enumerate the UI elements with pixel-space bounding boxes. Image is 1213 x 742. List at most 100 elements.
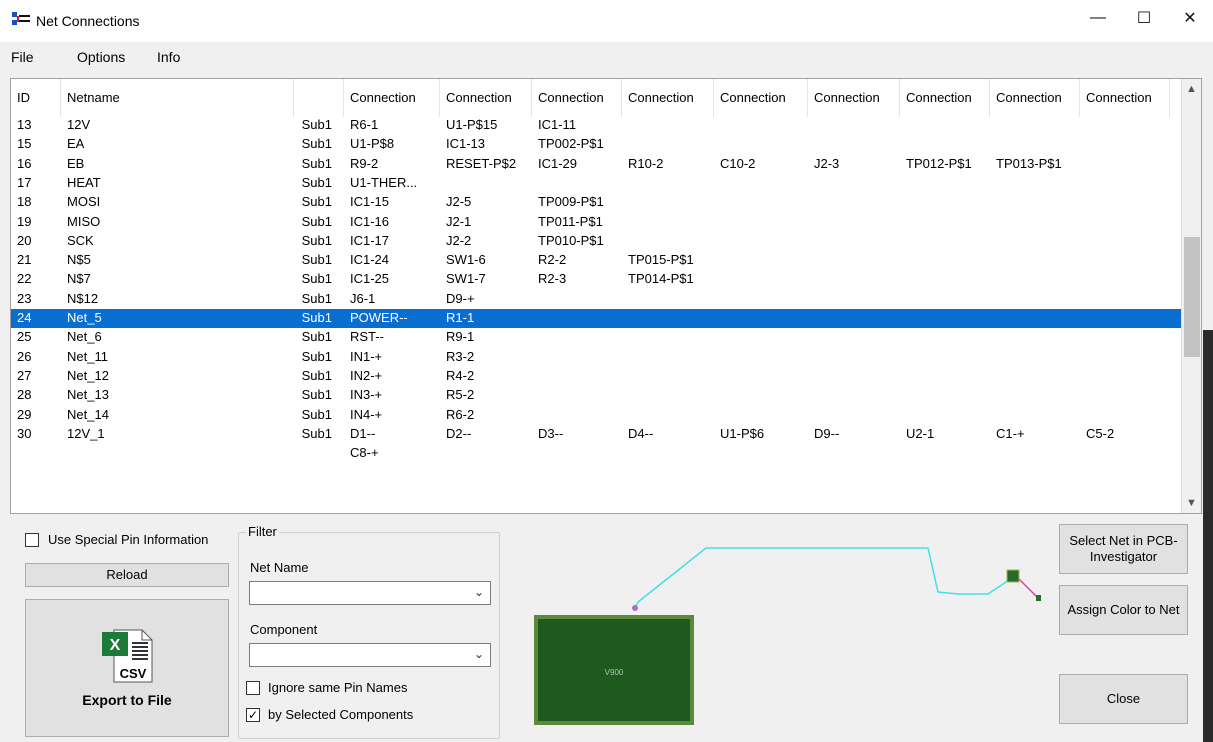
column-header[interactable]: Netname <box>61 79 294 117</box>
column-header[interactable]: Connection <box>900 79 990 117</box>
cell-connection: D9-+ <box>446 290 475 306</box>
table-row[interactable]: 13 12V Sub1 R6-1 U1-P$15 IC1-11 <box>11 116 1181 135</box>
cell-connection: IN4-+ <box>350 406 383 422</box>
maximize-button[interactable]: ☐ <box>1121 0 1167 36</box>
table-row[interactable]: 29 Net_14 Sub1 IN4-+ R6-2 <box>11 406 1181 425</box>
column-header[interactable]: Connection <box>622 79 714 117</box>
csv-icon-label: CSV <box>120 666 147 681</box>
ignore-same-pin-checkbox[interactable] <box>246 681 260 695</box>
cell-sub: Sub1 <box>301 387 332 403</box>
cell-connection: C8-+ <box>350 445 379 461</box>
cell-sub: Sub1 <box>301 290 332 306</box>
table-row[interactable]: 16 EB Sub1 R9-2 RESET-P$2 IC1-29 R10-2 C10-2 J2-… <box>11 155 1181 174</box>
cell-connection: IN3-+ <box>350 387 383 403</box>
window-title: Net Connections <box>36 13 140 29</box>
cell-netname: EA <box>67 136 85 152</box>
column-header[interactable]: Connection <box>714 79 808 117</box>
table-row[interactable]: 30 12V_1 Sub1 D1-- D2-- D3-- D4-- U1-P$6 D9-- U2-… <box>11 425 1181 444</box>
scrollbar-thumb[interactable] <box>1184 237 1200 357</box>
cell-netname: 12V <box>67 117 91 132</box>
reload-button[interactable]: Reload <box>25 563 229 587</box>
menu-options[interactable]: Options <box>77 49 125 65</box>
column-header[interactable]: ID <box>11 79 61 117</box>
table-row[interactable]: 15 EA Sub1 U1-P$8 IC1-13 TP002-P$1 <box>11 135 1181 154</box>
cell-connection: J6-1 <box>350 290 376 306</box>
column-header[interactable] <box>294 79 344 117</box>
minimize-button[interactable]: — <box>1075 0 1121 36</box>
component-combo[interactable]: ⌄ <box>249 643 491 667</box>
cell-connection: R3-2 <box>446 348 475 364</box>
export-to-file-button[interactable]: X CSV Export to File <box>25 599 229 737</box>
scroll-up-icon[interactable]: ▲ <box>1186 83 1197 95</box>
by-selected-components-label: by Selected Components <box>268 707 414 722</box>
chevron-down-icon: ⌄ <box>473 647 484 661</box>
cell-id: 16 <box>17 155 32 171</box>
select-net-button[interactable]: Select Net in PCB-Investigator <box>1059 524 1188 574</box>
table-row[interactable]: 20 SCK Sub1 IC1-17 J2-2 TP010-P$1 <box>11 232 1181 251</box>
vertical-scrollbar[interactable]: ▲ ▼ <box>1181 79 1201 513</box>
cell-sub: Sub1 <box>301 310 332 325</box>
cell-id: 21 <box>17 252 32 268</box>
cell-connection: IN1-+ <box>350 348 383 364</box>
cell-id: 13 <box>17 117 32 132</box>
cell-netname: N$5 <box>67 252 91 268</box>
table-row[interactable]: 17 HEAT Sub1 U1-THER... <box>11 174 1181 193</box>
table-row[interactable]: 23 N$12 Sub1 J6-1 D9-+ <box>11 290 1181 309</box>
assign-color-button[interactable]: Assign Color to Net <box>1059 585 1188 635</box>
column-header[interactable]: Connection <box>808 79 900 117</box>
cell-sub: Sub1 <box>301 232 332 248</box>
column-header[interactable]: Connection <box>344 79 440 117</box>
net-connections-grid[interactable]: ID Netname Connection Connection Connection C… <box>10 78 1202 514</box>
cell-connection: U2-1 <box>906 425 935 441</box>
pcb-preview[interactable]: V900 <box>518 520 1053 735</box>
ignore-same-pin-label: Ignore same Pin Names <box>268 680 408 695</box>
cell-sub: Sub1 <box>301 348 332 364</box>
cell-connection: TP012-P$1 <box>906 155 972 171</box>
table-row[interactable]: 21 N$5 Sub1 IC1-24 SW1-6 R2-2 TP015-P$1 <box>11 251 1181 270</box>
cell-netname: 12V_1 <box>67 425 105 441</box>
column-header[interactable]: Connection <box>1080 79 1170 117</box>
cell-connection: TP014-P$1 <box>628 271 694 287</box>
svg-text:X: X <box>110 637 121 654</box>
cell-id: 24 <box>17 310 32 325</box>
cell-connection: D9-- <box>814 425 840 441</box>
column-header[interactable]: Connection <box>440 79 532 117</box>
scroll-down-icon[interactable]: ▼ <box>1186 497 1197 509</box>
menu-info[interactable]: Info <box>157 49 180 65</box>
column-header[interactable]: Connection <box>990 79 1080 117</box>
cell-sub: Sub1 <box>301 271 332 287</box>
table-row[interactable]: 22 N$7 Sub1 IC1-25 SW1-7 R2-3 TP014-P$1 <box>11 270 1181 289</box>
menu-file[interactable]: File <box>11 49 34 65</box>
table-row[interactable]: 18 MOSI Sub1 IC1-15 J2-5 TP009-P$1 <box>11 193 1181 212</box>
column-header[interactable]: Connection <box>532 79 622 117</box>
cell-connection: R5-2 <box>446 387 475 403</box>
component-label: Component <box>250 622 318 637</box>
table-row[interactable]: 26 Net_11 Sub1 IN1-+ R3-2 <box>11 348 1181 367</box>
cell-connection: U1-P$6 <box>720 425 765 441</box>
table-row[interactable]: 24 Net_5 Sub1 POWER-- R1-1 <box>11 309 1181 328</box>
table-row[interactable]: 25 Net_6 Sub1 RST-- R9-1 <box>11 328 1181 347</box>
by-selected-components-checkbox[interactable]: ✓ <box>246 708 260 722</box>
net-name-combo[interactable]: ⌄ <box>249 581 491 605</box>
cell-id: 27 <box>17 367 32 383</box>
table-row[interactable]: 28 Net_13 Sub1 IN3-+ R5-2 <box>11 386 1181 405</box>
use-special-pin-checkbox[interactable] <box>25 533 39 547</box>
table-row[interactable]: 27 Net_12 Sub1 IN2-+ R4-2 <box>11 367 1181 386</box>
close-window-button[interactable]: ✕ <box>1167 0 1213 36</box>
cell-connection: R10-2 <box>628 155 664 171</box>
cell-connection: D1-- <box>350 425 376 441</box>
close-button[interactable]: Close <box>1059 674 1188 724</box>
cell-connection: POWER-- <box>350 310 408 325</box>
cell-connection: U1-THER... <box>350 174 418 190</box>
cell-sub: Sub1 <box>301 136 332 152</box>
cell-connection: TP013-P$1 <box>996 155 1062 171</box>
cell-id: 28 <box>17 387 32 403</box>
cell-connection: D2-- <box>446 425 472 441</box>
table-row[interactable]: C8-+ <box>11 444 1181 463</box>
cell-id: 20 <box>17 232 32 248</box>
cell-connection: SW1-7 <box>446 271 486 287</box>
cell-netname: MISO <box>67 213 101 229</box>
filter-title: Filter <box>246 524 279 539</box>
cell-id: 15 <box>17 136 32 152</box>
table-row[interactable]: 19 MISO Sub1 IC1-16 J2-1 TP011-P$1 <box>11 213 1181 232</box>
